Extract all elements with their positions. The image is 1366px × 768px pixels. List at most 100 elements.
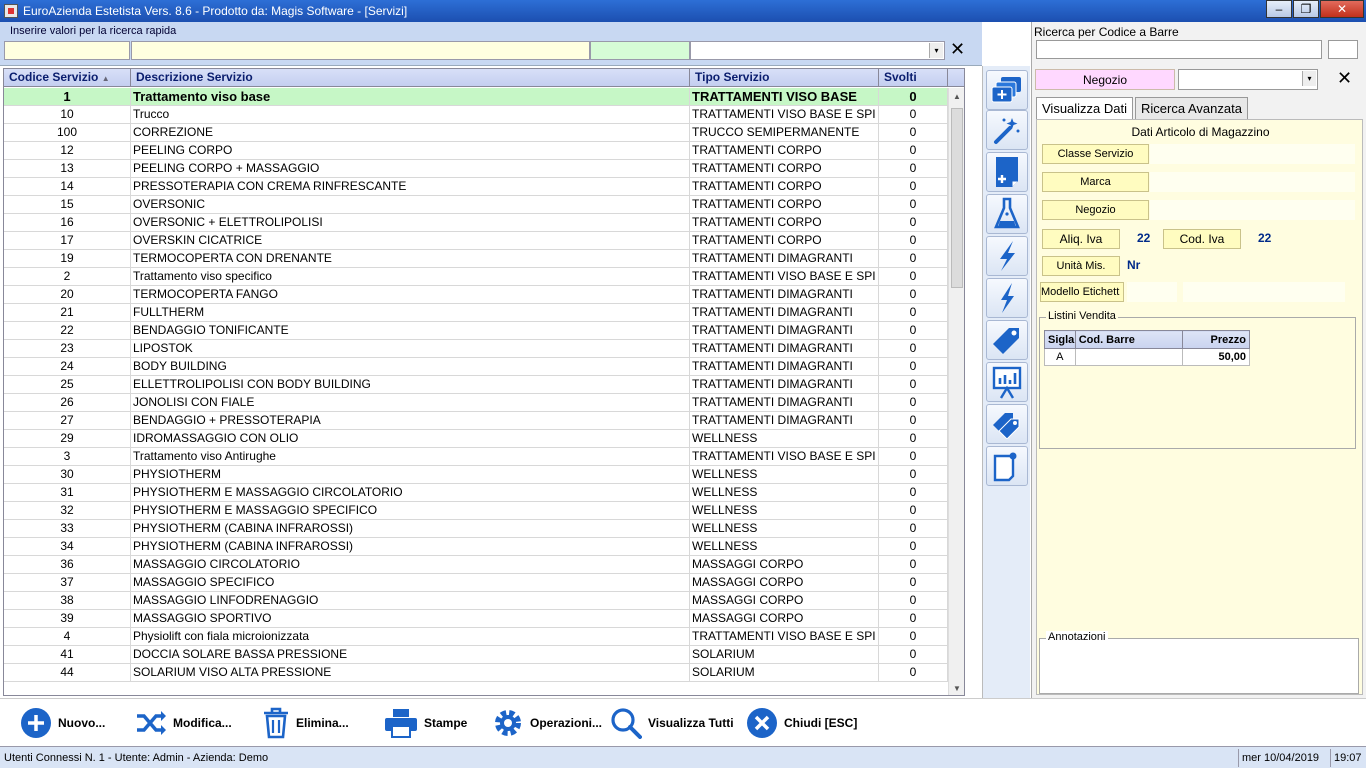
table-row[interactable]: 41 DOCCIA SOLARE BASSA PRESSIONE SOLARIUM 0 [4, 646, 949, 664]
duplicate-button[interactable] [986, 70, 1028, 110]
negozio-select[interactable]: ▾ [1178, 69, 1318, 90]
marca-button[interactable]: Marca [1042, 172, 1149, 192]
quick-search-type-select[interactable]: ▾ [690, 41, 945, 60]
table-row[interactable]: 100 CORREZIONE TRUCCO SEMIPERMANENTE 0 [4, 124, 949, 142]
table-row[interactable]: 10 Trucco TRATTAMENTI VISO BASE E SPI 0 [4, 106, 949, 124]
price-tag-button[interactable] [986, 320, 1028, 360]
table-row[interactable]: 38 MASSAGGIO LINFODRENAGGIO MASSAGGI CORPO… [4, 592, 949, 610]
magic-button[interactable] [986, 110, 1028, 150]
minimize-button[interactable]: – [1266, 0, 1292, 18]
row-description: PRESSOTERAPIA CON CREMA RINFRESCANTE [131, 178, 690, 195]
close-circle-icon [747, 708, 777, 738]
window-controls: – ❐ ✕ [1265, 0, 1364, 18]
table-row[interactable]: 29 IDROMASSAGGIO CON OLIO WELLNESS 0 [4, 430, 949, 448]
operazioni-button[interactable]: Operazioni... [492, 707, 602, 739]
table-scrollbar[interactable]: ▲ ▼ [948, 88, 964, 695]
aliq-iva-value: 22 [1137, 231, 1151, 245]
table-row[interactable]: 37 MASSAGGIO SPECIFICO MASSAGGI CORPO 0 [4, 574, 949, 592]
row-svolti: 0 [879, 664, 948, 681]
row-description: PHYSIOTHERM (CABINA INFRAROSSI) [131, 520, 690, 537]
annotazioni-legend: Annotazioni [1046, 631, 1108, 643]
table-row[interactable]: 19 TERMOCOPERTA CON DRENANTE TRATTAMENTI D… [4, 250, 949, 268]
table-row[interactable]: 21 FULLTHERM TRATTAMENTI DIMAGRANTI 0 [4, 304, 949, 322]
modifica-button[interactable]: Modifica... [135, 707, 232, 739]
table-row[interactable]: 16 OVERSONIC + ELETTROLIPOLISI TRATTAMENTI… [4, 214, 949, 232]
tags-button[interactable] [986, 404, 1028, 444]
chart-button[interactable] [986, 362, 1028, 402]
quick-search-desc-input[interactable] [131, 41, 590, 60]
row-description: Trattamento viso Antirughe [131, 448, 690, 465]
row-description: MASSAGGIO SPECIFICO [131, 574, 690, 591]
new-document-button[interactable] [986, 152, 1028, 192]
chevron-down-icon[interactable]: ▾ [929, 43, 943, 58]
table-row[interactable]: 25 ELLETTROLIPOLISI CON BODY BUILDING TRAT… [4, 376, 949, 394]
unita-mis-button[interactable]: Unità Mis. [1042, 256, 1120, 276]
lab-button[interactable] [986, 194, 1028, 234]
row-code: 13 [4, 160, 131, 177]
table-row[interactable]: 12 PEELING CORPO TRATTAMENTI CORPO 0 [4, 142, 949, 160]
table-row[interactable]: 15 OVERSONIC TRATTAMENTI CORPO 0 [4, 196, 949, 214]
cod-iva-button[interactable]: Cod. Iva [1163, 229, 1241, 249]
column-header-description[interactable]: Descrizione Servizio [131, 69, 690, 86]
row-type: TRATTAMENTI CORPO [690, 142, 879, 159]
barcode-search-input[interactable] [1036, 40, 1322, 59]
notes-button[interactable] [986, 446, 1028, 486]
barcode-qty-input[interactable] [1328, 40, 1358, 59]
negozio-field-button[interactable]: Negozio [1042, 200, 1149, 220]
table-row[interactable]: 22 BENDAGGIO TONIFICANTE TRATTAMENTI DIMAG… [4, 322, 949, 340]
row-description: IDROMASSAGGIO CON OLIO [131, 430, 690, 447]
visualizza-tutti-button[interactable]: Visualizza Tutti [610, 707, 734, 739]
row-code: 21 [4, 304, 131, 321]
close-window-button[interactable]: ✕ [1320, 0, 1364, 18]
stampe-button[interactable]: Stampe [384, 707, 467, 739]
table-row[interactable]: 2 Trattamento viso specifico TRATTAMENTI V… [4, 268, 949, 286]
table-row[interactable]: 24 BODY BUILDING TRATTAMENTI DIMAGRANTI 0 [4, 358, 949, 376]
row-code: 32 [4, 502, 131, 519]
table-row[interactable]: 1 Trattamento viso base TRATTAMENTI VISO B… [4, 88, 949, 106]
table-row[interactable]: A 50,00 [1044, 348, 1250, 366]
table-row[interactable]: 30 PHYSIOTHERM WELLNESS 0 [4, 466, 949, 484]
table-row[interactable]: 4 Physiolift con fiala microionizzata TRAT… [4, 628, 949, 646]
flash-button[interactable] [986, 278, 1028, 318]
clear-search-icon[interactable]: ✕ [950, 39, 965, 60]
scroll-down-icon[interactable]: ▼ [949, 680, 964, 695]
table-row[interactable]: 27 BENDAGGIO + PRESSOTERAPIA TRATTAMENTI D… [4, 412, 949, 430]
tab-ricerca-avanzata[interactable]: Ricerca Avanzata [1135, 97, 1248, 119]
table-row[interactable]: 20 TERMOCOPERTA FANGO TRATTAMENTI DIMAGRAN… [4, 286, 949, 304]
elimina-button[interactable]: Elimina... [262, 707, 349, 739]
quick-action-button[interactable] [986, 236, 1028, 276]
maximize-button[interactable]: ❐ [1293, 0, 1319, 18]
table-row[interactable]: 26 JONOLISI CON FIALE TRATTAMENTI DIMAGRAN… [4, 394, 949, 412]
scroll-thumb[interactable] [951, 108, 963, 288]
table-row[interactable]: 33 PHYSIOTHERM (CABINA INFRAROSSI) WELLNES… [4, 520, 949, 538]
chevron-down-icon[interactable]: ▾ [1302, 71, 1316, 86]
table-row[interactable]: 32 PHYSIOTHERM E MASSAGGIO SPECIFICO WELLN… [4, 502, 949, 520]
quick-search-extra-input[interactable] [590, 41, 690, 60]
column-header-svolti[interactable]: Svolti [879, 69, 948, 86]
table-row[interactable]: 17 OVERSKIN CICATRICE TRATTAMENTI CORPO 0 [4, 232, 949, 250]
table-row[interactable]: 23 LIPOSTOK TRATTAMENTI DIMAGRANTI 0 [4, 340, 949, 358]
chiudi-button[interactable]: Chiudi [ESC] [746, 707, 857, 739]
modello-etichetta-button[interactable]: Modello Etichett [1040, 282, 1124, 302]
tab-visualizza-dati[interactable]: Visualizza Dati [1036, 97, 1134, 120]
scroll-up-icon[interactable]: ▲ [949, 88, 964, 104]
table-row[interactable]: 36 MASSAGGIO CIRCOLATORIO MASSAGGI CORPO 0 [4, 556, 949, 574]
aliq-iva-button[interactable]: Aliq. Iva [1042, 229, 1120, 249]
table-row[interactable]: 31 PHYSIOTHERM E MASSAGGIO CIRCOLATORIO WE… [4, 484, 949, 502]
table-row[interactable]: 44 SOLARIUM VISO ALTA PRESSIONE SOLARIUM 0 [4, 664, 949, 682]
table-row[interactable]: 14 PRESSOTERAPIA CON CREMA RINFRESCANTE TR… [4, 178, 949, 196]
table-row[interactable]: 3 Trattamento viso Antirughe TRATTAMENTI V… [4, 448, 949, 466]
table-row[interactable]: 13 PEELING CORPO + MASSAGGIO TRATTAMENTI C… [4, 160, 949, 178]
annotazioni-group[interactable]: Annotazioni [1039, 631, 1359, 694]
row-svolti: 0 [879, 286, 948, 303]
column-header-code[interactable]: Codice Servizio ▲ [4, 69, 131, 86]
column-header-type[interactable]: Tipo Servizio [690, 69, 879, 86]
negozio-button[interactable]: Negozio [1035, 69, 1175, 90]
trash-icon [264, 707, 288, 739]
table-row[interactable]: 39 MASSAGGIO SPORTIVO MASSAGGI CORPO 0 [4, 610, 949, 628]
quick-search-code-input[interactable] [4, 41, 130, 60]
classe-servizio-button[interactable]: Classe Servizio [1042, 144, 1149, 164]
table-row[interactable]: 34 PHYSIOTHERM (CABINA INFRAROSSI) WELLNES… [4, 538, 949, 556]
nuovo-button[interactable]: Nuovo... [20, 707, 105, 739]
clear-negozio-icon[interactable]: ✕ [1337, 68, 1352, 89]
